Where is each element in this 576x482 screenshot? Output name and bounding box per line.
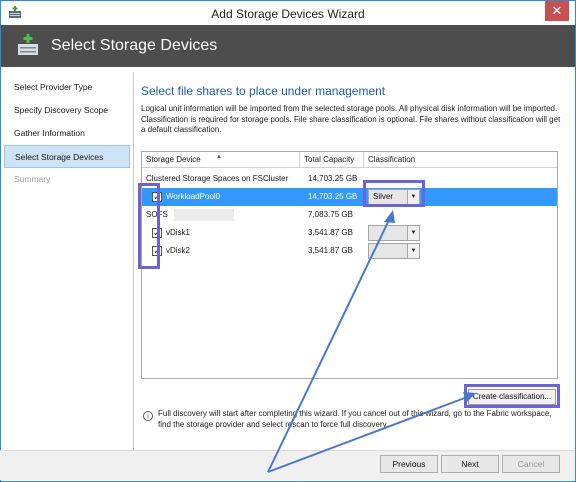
create-classification-button[interactable]: Create classification... [468, 389, 556, 405]
window-title: Add Storage Devices Wizard [211, 7, 365, 21]
classification-dropdown[interactable]: ▼ [368, 243, 420, 259]
device-capacity: 14,703.25 GB [308, 192, 358, 201]
column-header-classification[interactable]: Classification [364, 152, 557, 168]
close-button[interactable]: ✕ [545, 1, 569, 21]
table-row[interactable]: SOFS 7,083.75 GB [142, 206, 557, 224]
content-divider [133, 72, 134, 450]
cancel-button[interactable]: Cancel [502, 455, 560, 473]
device-name: vDisk2 [166, 246, 191, 255]
column-header-storage-device[interactable]: Storage Device ▲ [142, 152, 300, 168]
sort-ascending-icon: ▲ [216, 154, 222, 160]
header-banner: Select Storage Devices [1, 25, 575, 67]
device-capacity: 7,083.75 GB [308, 210, 353, 219]
grid-header: Storage Device ▲ Total Capacity Classifi… [142, 152, 557, 168]
chevron-down-icon[interactable]: ▼ [407, 226, 419, 240]
nav-item-summary: Summary [14, 174, 51, 184]
info-icon: i [143, 411, 153, 421]
redacted-text [174, 209, 234, 221]
classification-dropdown[interactable]: ▼ [368, 225, 420, 241]
annotation-highlight-checkboxes [138, 183, 160, 269]
device-capacity: 14,703.25 GB [308, 174, 358, 183]
nav-item-select-storage-devices[interactable]: Select Storage Devices [4, 145, 130, 168]
banner-title: Select Storage Devices [51, 37, 218, 54]
add-storage-icon [18, 34, 38, 55]
device-name: vDisk1 [166, 228, 191, 237]
next-button[interactable]: Next [441, 455, 499, 473]
storage-device-grid: Storage Device ▲ Total Capacity Classifi… [141, 151, 558, 379]
section-title: Select file shares to place under manage… [141, 84, 386, 98]
column-header-total-capacity[interactable]: Total Capacity [300, 152, 364, 168]
nav-item-gather-information[interactable]: Gather Information [4, 122, 130, 145]
table-row[interactable]: ✓ WorkloadPool0 14,703.25 GB Silver ▼ [142, 188, 557, 206]
column-header-label: Storage Device [146, 155, 201, 164]
table-row[interactable]: Clustered Storage Spaces on FSCluster 14… [142, 170, 557, 188]
chevron-down-icon[interactable]: ▼ [407, 244, 419, 258]
device-name: Clustered Storage Spaces on FSCluster [146, 174, 289, 183]
previous-button[interactable]: Previous [380, 455, 438, 473]
wizard-nav: Select Provider Type Specify Discovery S… [4, 76, 130, 191]
device-capacity: 3,541.87 GB [308, 246, 353, 255]
table-row[interactable]: ✓ vDisk2 3,541.87 GB ▼ [142, 242, 557, 260]
device-capacity: 3,541.87 GB [308, 228, 353, 237]
title-bar: Add Storage Devices Wizard ✕ [1, 1, 575, 25]
nav-item-specify-discovery-scope[interactable]: Specify Discovery Scope [4, 99, 130, 122]
annotation-highlight-classification [363, 180, 425, 207]
info-text: Logical unit information will be importe… [141, 104, 561, 134]
nav-item-select-provider-type[interactable]: Select Provider Type [4, 76, 130, 99]
discovery-note: Full discovery will start after completi… [158, 409, 552, 429]
table-row[interactable]: ✓ vDisk1 3,541.87 GB ▼ [142, 224, 557, 242]
device-name: WorkloadPool0 [166, 192, 221, 201]
